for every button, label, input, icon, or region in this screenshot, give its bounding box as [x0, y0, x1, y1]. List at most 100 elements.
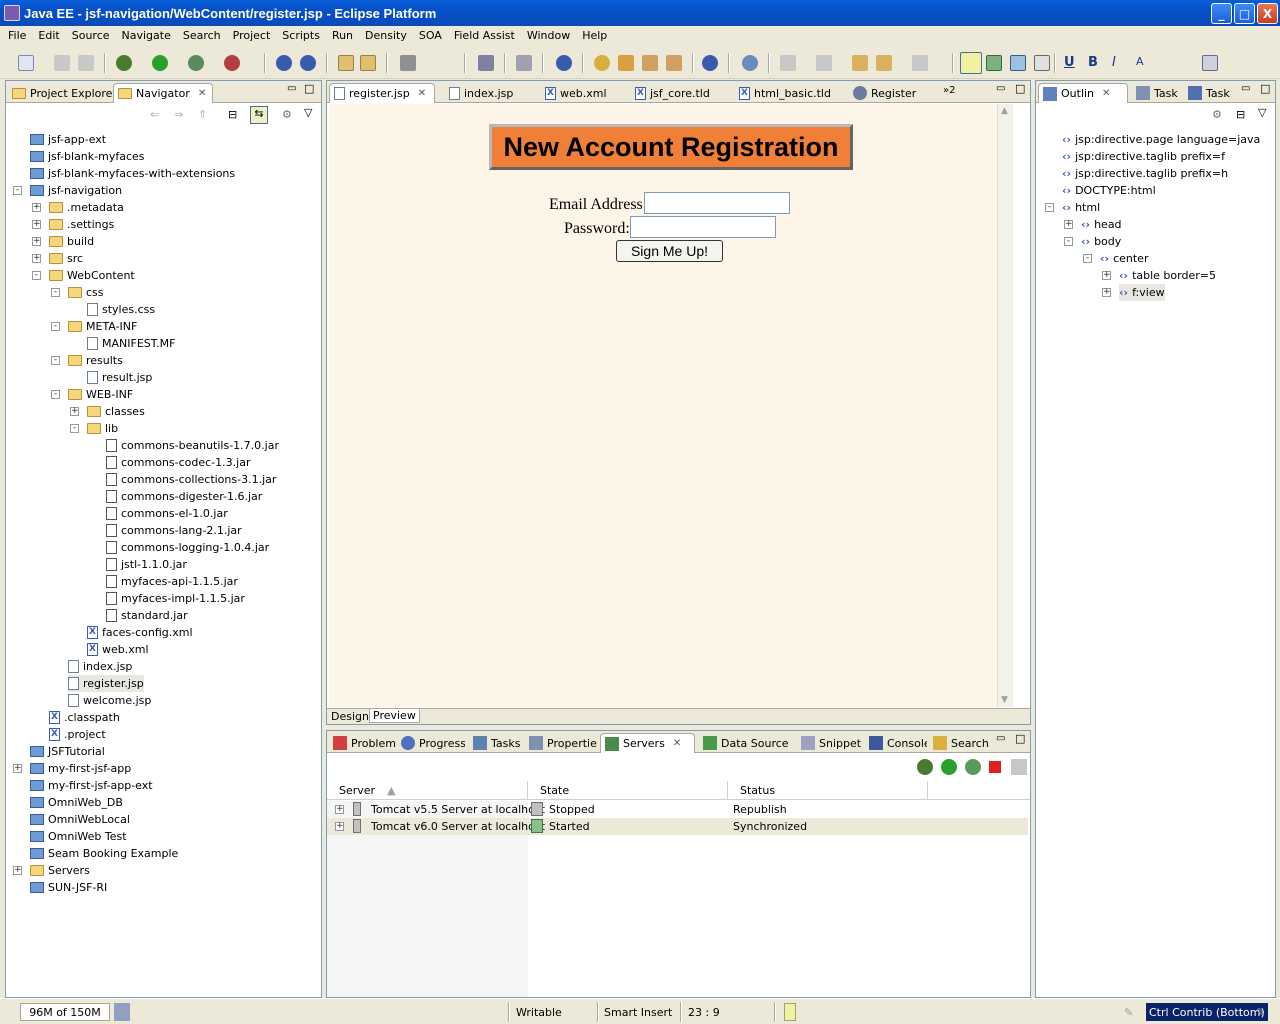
tab-data-source[interactable]: Data Source E [699, 733, 793, 753]
web-browser-icon[interactable] [556, 55, 572, 71]
tab-outline[interactable]: Outlin ✕ [1038, 83, 1128, 103]
collapse-icon[interactable]: - [51, 390, 60, 399]
start-server-icon[interactable] [941, 759, 957, 775]
tree-item[interactable]: my-first-jsf-app-ext [30, 777, 153, 794]
menu-navigate[interactable]: Navigate [116, 29, 177, 42]
tree-item[interactable]: + src [32, 250, 83, 267]
tab-console[interactable]: Console [865, 733, 927, 753]
expand-icon[interactable]: + [13, 866, 22, 875]
tab-servers[interactable]: Servers ✕ [600, 733, 695, 753]
scroll-up-icon[interactable]: ▲ [1001, 106, 1008, 116]
search-icon[interactable] [594, 55, 610, 71]
tree-item[interactable]: commons-codec-1.3.jar [106, 454, 250, 471]
open-type-icon[interactable] [338, 55, 354, 71]
menu-density[interactable]: Density [359, 29, 413, 42]
tab-properties[interactable]: Properties [525, 733, 597, 753]
stop-server-icon[interactable] [989, 761, 1001, 773]
run-icon[interactable] [152, 55, 168, 71]
tab-register[interactable]: Register [849, 83, 935, 103]
tree-item[interactable]: Xfaces-config.xml [87, 624, 193, 641]
tree-item[interactable]: commons-logging-1.0.4.jar [106, 539, 269, 556]
view-menu-icon[interactable]: ▽ [1258, 106, 1266, 119]
tab-tasks[interactable]: Tasks [469, 733, 521, 753]
menu-soa[interactable]: SOA [413, 29, 448, 42]
server-icon[interactable] [276, 55, 292, 71]
tree-item[interactable]: OmniWeb Test [30, 828, 127, 845]
password-field[interactable] [630, 216, 776, 238]
email-field[interactable] [644, 192, 790, 214]
tree-item[interactable]: styles.css [87, 301, 155, 318]
expand-icon[interactable]: + [32, 203, 41, 212]
tree-item[interactable]: X .project [49, 726, 106, 743]
tree-item[interactable]: commons-el-1.0.jar [106, 505, 228, 522]
tab-jsf-core-tld[interactable]: X jsf_core.tld [631, 83, 731, 103]
expand-icon[interactable]: + [70, 407, 79, 416]
trash-icon[interactable] [114, 1003, 130, 1021]
maximize-view-icon[interactable]: □ [1015, 732, 1025, 745]
close-icon[interactable]: ✕ [418, 88, 426, 99]
collapse-icon[interactable]: - [1064, 237, 1073, 246]
tree-item[interactable]: - jsf-navigation [13, 182, 122, 199]
tree-item[interactable]: - WebContent [32, 267, 135, 284]
publish-icon[interactable] [1011, 759, 1027, 775]
column-state[interactable]: State [528, 781, 728, 800]
tree-item[interactable]: + .settings [32, 216, 114, 233]
outline-item[interactable]: - ‹› html [1045, 199, 1100, 216]
collapse-icon[interactable]: - [51, 322, 60, 331]
maximize-view-icon[interactable]: □ [1015, 82, 1025, 95]
maximize-view-icon[interactable]: □ [304, 82, 314, 95]
collapse-icon[interactable]: - [1045, 203, 1054, 212]
tree-item[interactable]: MANIFEST.MF [87, 335, 175, 352]
maximize-view-icon[interactable]: □ [1260, 82, 1270, 95]
underline-icon[interactable]: U [1064, 55, 1080, 71]
filters-icon[interactable]: ⚙ [282, 108, 292, 121]
link-editor-icon[interactable]: ⇆ [250, 106, 268, 124]
minimize-view-icon[interactable]: ▭ [996, 733, 1005, 744]
tab-register-jsp[interactable]: register.jsp ✕ [329, 83, 435, 103]
tree-item[interactable]: - results [51, 352, 123, 369]
debug-icon[interactable] [116, 55, 132, 71]
next-annotation-icon[interactable] [780, 55, 796, 71]
menu-window[interactable]: Window [521, 29, 576, 42]
tab-design[interactable]: Design [331, 710, 369, 723]
back-arrow-icon[interactable]: ⇐ [150, 108, 159, 121]
collapse-all-icon[interactable]: ⊟ [1236, 108, 1245, 121]
tree-item[interactable]: + my-first-jsf-app [13, 760, 131, 777]
table-row[interactable]: + Tomcat v6.0 Server at localhost Starte… [327, 818, 1028, 835]
font-color-icon[interactable]: A [1136, 55, 1152, 71]
more-tabs-icon[interactable]: »2 [943, 85, 956, 96]
tree-item[interactable]: commons-beanutils-1.7.0.jar [106, 437, 279, 454]
print-icon[interactable] [78, 55, 94, 71]
tree-item[interactable]: - lib [70, 420, 118, 437]
collapse-all-icon[interactable]: ⊟ [228, 108, 237, 121]
menu-source[interactable]: Source [66, 29, 116, 42]
menu-run[interactable]: Run [326, 29, 359, 42]
collapse-icon[interactable]: - [51, 356, 60, 365]
pen-icon[interactable] [642, 55, 658, 71]
tree-item[interactable]: commons-lang-2.1.jar [106, 522, 242, 539]
close-button[interactable]: X [1257, 3, 1278, 24]
outline-item[interactable]: + ‹› f:view [1102, 284, 1165, 301]
expand-icon[interactable]: + [1102, 288, 1111, 297]
forward-arrow-icon[interactable]: ⇒ [174, 108, 183, 121]
bold-icon[interactable]: B [1088, 55, 1104, 71]
collapse-icon[interactable]: - [32, 271, 41, 280]
open-perspective-icon[interactable] [1202, 55, 1218, 71]
expand-icon[interactable]: + [32, 254, 41, 263]
open-resource-icon[interactable] [360, 55, 376, 71]
internet-icon[interactable] [742, 55, 758, 71]
debug-server-icon[interactable] [917, 759, 933, 775]
tree-item[interactable]: SUN-JSF-RI [30, 879, 107, 896]
menu-field-assist[interactable]: Field Assist [448, 29, 521, 42]
collapse-icon[interactable]: - [51, 288, 60, 297]
tree-item[interactable]: myfaces-impl-1.1.5.jar [106, 590, 245, 607]
expand-icon[interactable]: + [1102, 271, 1111, 280]
heap-status[interactable]: 96M of 150M [20, 1003, 110, 1021]
scroll-down-icon[interactable]: ▼ [1001, 695, 1008, 705]
collapse-icon[interactable]: - [13, 186, 22, 195]
design-canvas[interactable]: New Account Registration Email Address: … [329, 104, 1013, 707]
tab-problems[interactable]: Problems [329, 733, 395, 753]
task-icon[interactable] [478, 55, 494, 71]
prev-annotation-icon[interactable] [816, 55, 832, 71]
server-start-icon[interactable] [300, 55, 316, 71]
